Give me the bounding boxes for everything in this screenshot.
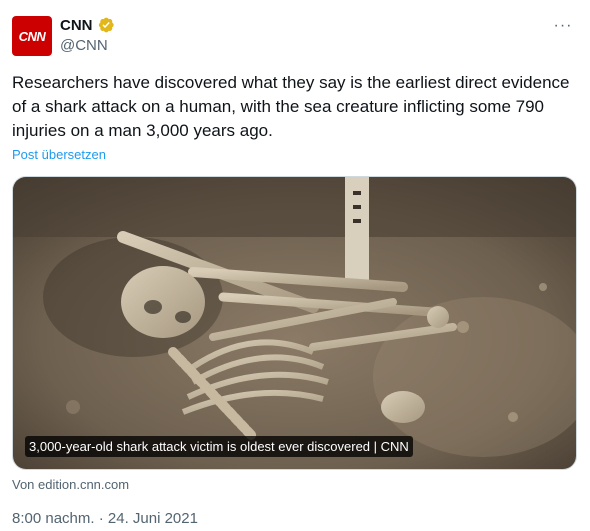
author-handle[interactable]: @CNN: [60, 37, 115, 54]
translate-link[interactable]: Post übersetzen: [12, 147, 106, 162]
author-block: CNN @CNN: [60, 16, 115, 54]
link-source[interactable]: Von edition.cnn.com: [12, 477, 129, 492]
verified-badge-icon[interactable]: [97, 16, 115, 34]
avatar-logo-text: CNN: [18, 28, 46, 44]
media-card[interactable]: 3,000-year-old shark attack victim is ol…: [12, 176, 577, 470]
author-display-name[interactable]: CNN: [60, 17, 93, 34]
more-options-icon[interactable]: ···: [552, 17, 574, 34]
tweet-timestamp[interactable]: 8:00 nachm. · 24. Juni 2021: [12, 510, 198, 527]
author-name-row: CNN: [60, 16, 115, 34]
tweet-header: CNN CNN @CNN ···: [12, 12, 578, 60]
tweet-text: Researchers have discovered what they sa…: [12, 73, 570, 140]
avatar[interactable]: CNN: [12, 16, 52, 56]
skeleton-photo: [13, 177, 576, 469]
media-caption: 3,000-year-old shark attack victim is ol…: [25, 436, 413, 457]
